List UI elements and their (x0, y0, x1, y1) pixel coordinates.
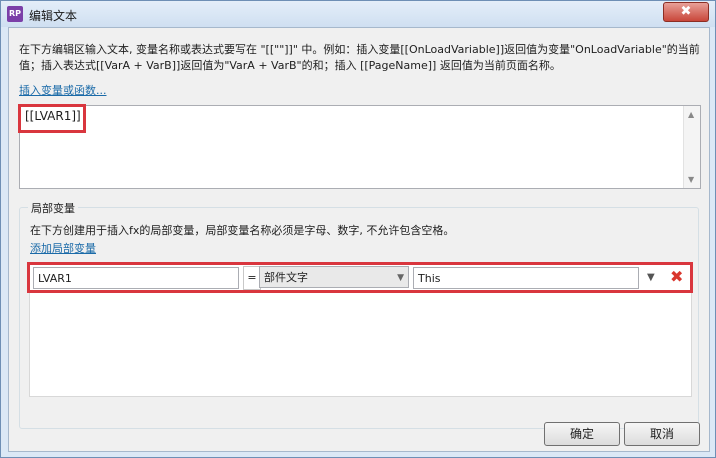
edit-text-dialog: RP 编辑文本 ✖ 在下方编辑区输入文本, 变量名称或表达式要写在 "[[""]… (0, 0, 716, 458)
ok-button[interactable]: 确定 (544, 422, 620, 446)
axure-rp-icon: RP (7, 6, 23, 22)
local-variables-title: 局部变量 (28, 200, 78, 216)
title-bar: RP 编辑文本 ✖ (1, 1, 715, 27)
instructions-text: 在下方编辑区输入文本, 变量名称或表达式要写在 "[[""]]" 中。例如：插入… (19, 43, 700, 72)
dialog-body: 在下方编辑区输入文本, 变量名称或表达式要写在 "[[""]]" 中。例如：插入… (8, 27, 710, 452)
variable-row-highlight (27, 262, 693, 293)
local-variables-description: 在下方创建用于插入fx的局部变量，局部变量名称必须是字母、数字, 不允许包含空格… (30, 224, 455, 237)
local-variables-group: 局部变量 在下方创建用于插入fx的局部变量，局部变量名称必须是字母、数字, 不允… (19, 200, 699, 429)
dialog-title: 编辑文本 (29, 9, 78, 23)
add-local-variable-link[interactable]: 添加局部变量 (30, 240, 96, 256)
editor-text-highlight (18, 104, 86, 133)
editor-scrollbar[interactable]: ▲ ▼ (683, 106, 700, 188)
insert-variable-link[interactable]: 插入变量或函数... (19, 82, 107, 98)
close-window-button[interactable]: ✖ (663, 2, 709, 22)
cancel-button[interactable]: 取消 (624, 422, 700, 446)
text-editor[interactable]: [[LVAR1]] ▲ ▼ (19, 105, 701, 189)
scroll-up-icon[interactable]: ▲ (688, 110, 694, 119)
scroll-down-icon[interactable]: ▼ (688, 175, 694, 184)
